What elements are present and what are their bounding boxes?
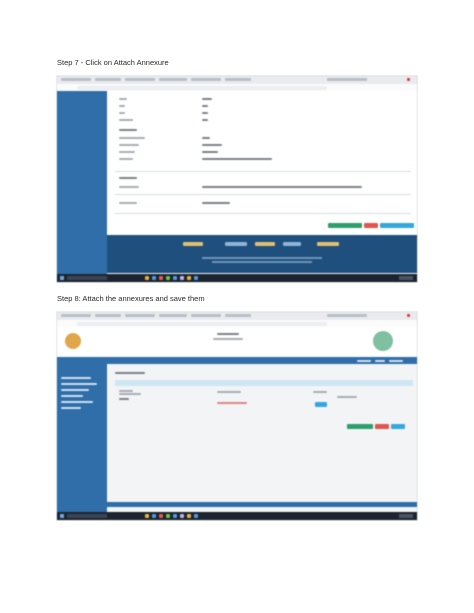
step-7-heading: Step 7 - Click on Attach Annexure — [57, 58, 169, 67]
page-footer-bar — [107, 502, 417, 507]
attach-annexure-panel — [107, 364, 417, 507]
choose-file-button[interactable] — [315, 402, 327, 407]
taskbar-search[interactable] — [67, 514, 107, 518]
screenshot-step-8 — [57, 312, 417, 520]
taskbar-clock — [399, 276, 413, 280]
site-footer — [107, 235, 417, 273]
footer-logo — [255, 242, 275, 246]
app-sidebar — [57, 91, 107, 274]
cancel-button[interactable] — [364, 223, 378, 228]
app-sidebar — [57, 357, 107, 512]
back-button[interactable] — [391, 424, 405, 429]
footer-logo — [183, 242, 203, 246]
attach-annexure-button[interactable] — [380, 223, 414, 228]
footer-logo — [283, 242, 301, 246]
footer-logo — [225, 242, 247, 246]
panel-title-bar — [115, 380, 413, 386]
start-icon[interactable] — [60, 276, 64, 280]
screenshot-step-7 — [57, 76, 417, 282]
start-icon[interactable] — [60, 514, 64, 518]
top-nav-bar — [107, 357, 417, 364]
save-button[interactable] — [328, 223, 362, 228]
footer-logo — [317, 242, 339, 246]
annexure-form — [107, 91, 417, 235]
step-8-heading: Step 8: Attach the annexures and save th… — [57, 294, 205, 303]
emblem-logo — [65, 333, 81, 349]
save-button[interactable] — [347, 424, 373, 429]
cancel-button[interactable] — [375, 424, 389, 429]
portal-header — [57, 327, 417, 357]
taskbar-clock — [399, 514, 413, 518]
taskbar-search[interactable] — [67, 276, 107, 280]
state-logo — [373, 331, 393, 351]
windows-taskbar — [57, 512, 417, 520]
windows-taskbar — [57, 274, 417, 282]
